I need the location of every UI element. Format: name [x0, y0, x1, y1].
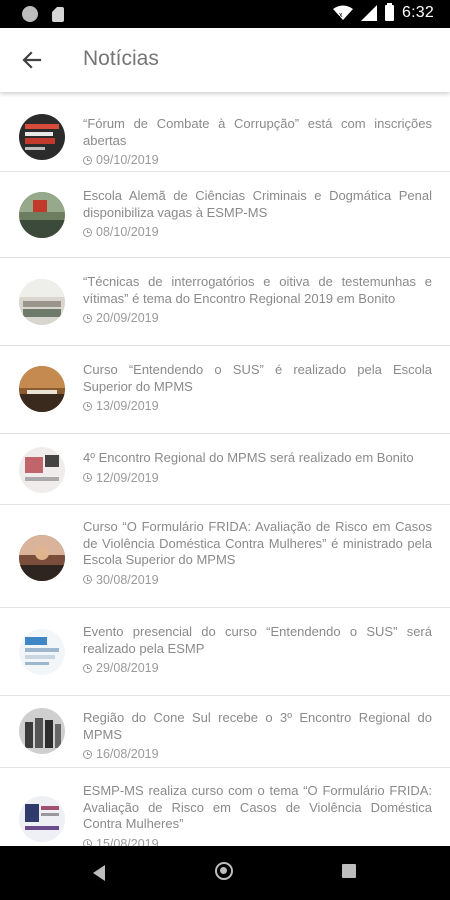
news-item[interactable]: “Fórum de Combate à Corrupção” está com …: [0, 98, 450, 172]
news-date: 29/08/2019: [96, 661, 159, 675]
news-headline: Região do Cone Sul recebe o 3º Encontro …: [83, 710, 432, 742]
nav-home-icon[interactable]: [215, 862, 233, 880]
news-headline: Curso “Entendendo o SUS” é realizado pel…: [83, 362, 432, 394]
news-headline: Escola Alemã de Ciências Criminais e Dog…: [83, 188, 432, 220]
clock-icon: [83, 749, 92, 759]
nav-recent-apps-icon[interactable]: [342, 864, 356, 878]
clock-icon: [83, 313, 92, 323]
svg-text:x: x: [339, 12, 343, 19]
news-headline: Evento presencial do curso “Entendendo o…: [83, 624, 432, 656]
news-thumbnail: [19, 279, 65, 325]
news-date: 30/08/2019: [96, 572, 159, 587]
news-date: 15/08/2019: [96, 836, 159, 847]
notification-dot-icon: [22, 6, 38, 22]
clock-icon: [83, 575, 92, 584]
page-title: Notícias: [83, 47, 159, 70]
clock-icon: [83, 473, 92, 482]
news-date: 20/09/2019: [96, 311, 159, 325]
news-date: 08/10/2019: [96, 225, 159, 239]
clock-icon: [83, 663, 92, 673]
clock-icon: [83, 839, 92, 846]
news-headline: Curso “O Formulário FRIDA: Avaliação de …: [83, 519, 432, 567]
news-headline: “Fórum de Combate à Corrupção” está com …: [83, 116, 432, 148]
news-thumbnail: [19, 796, 65, 842]
clock-icon: [83, 155, 92, 165]
news-thumbnail: [19, 114, 65, 160]
news-thumbnail: [19, 192, 65, 238]
news-item[interactable]: 4º Encontro Regional do MPMS será realiz…: [0, 434, 450, 505]
news-list[interactable]: “Fórum de Combate à Corrupção” está com …: [0, 98, 450, 846]
news-date: 09/10/2019: [96, 153, 159, 167]
news-item[interactable]: Curso “O Formulário FRIDA: Avaliação de …: [0, 505, 450, 608]
wifi-icon: x: [333, 5, 354, 20]
news-item[interactable]: Curso “Entendendo o SUS” é realizado pel…: [0, 346, 450, 434]
news-thumbnail: [19, 629, 65, 675]
status-time: 6:32: [402, 4, 434, 21]
news-item[interactable]: “Técnicas de interrogatórios e oitiva de…: [0, 258, 450, 346]
news-headline: “Técnicas de interrogatórios e oitiva de…: [83, 274, 432, 306]
status-bar: x 6:32: [0, 0, 450, 28]
news-date: 13/09/2019: [96, 399, 159, 413]
news-date: 16/08/2019: [96, 747, 159, 761]
clock-icon: [83, 401, 92, 411]
clock-icon: [83, 227, 92, 237]
sd-card-icon: [52, 6, 64, 22]
news-thumbnail: [19, 447, 65, 493]
back-arrow-icon[interactable]: [18, 46, 46, 74]
battery-icon: [385, 3, 395, 21]
news-headline: ESMP-MS realiza curso com o tema “O Form…: [83, 783, 432, 831]
news-item[interactable]: Região do Cone Sul recebe o 3º Encontro …: [0, 696, 450, 768]
nav-back-icon[interactable]: [93, 865, 105, 881]
news-item[interactable]: Escola Alemã de Ciências Criminais e Dog…: [0, 172, 450, 258]
app-bar: Notícias: [0, 28, 450, 92]
news-item[interactable]: ESMP-MS realiza curso com o tema “O Form…: [0, 768, 450, 846]
news-date: 12/09/2019: [96, 470, 159, 485]
cell-signal-icon: [361, 5, 378, 21]
news-headline: 4º Encontro Regional do MPMS será realiz…: [83, 450, 414, 465]
news-item[interactable]: Evento presencial do curso “Entendendo o…: [0, 608, 450, 696]
news-thumbnail: [19, 366, 65, 412]
system-nav-bar: [0, 846, 450, 900]
news-thumbnail: [19, 708, 65, 754]
news-thumbnail: [19, 535, 65, 581]
